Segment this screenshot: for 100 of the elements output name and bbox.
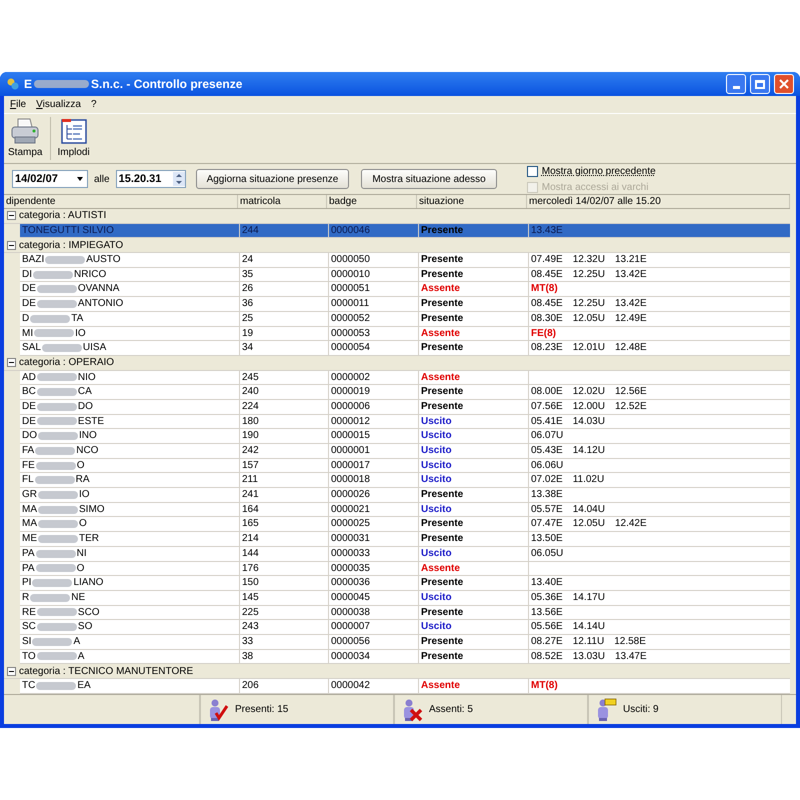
table-row[interactable]: SAL UISA 34 0000054 Presente 08.23E 12.01U 12.48E: [20, 341, 790, 356]
table-cell: Uscito: [419, 620, 529, 634]
command-button[interactable]: Aggiorna situazione presenze: [196, 169, 350, 189]
toolbar-button[interactable]: Implodi: [55, 117, 92, 160]
table-cell: MT(8): [531, 679, 558, 693]
table-cell: FE O: [20, 458, 240, 472]
table-cell: Uscito: [419, 590, 529, 605]
table-cell: 0000056: [329, 634, 419, 649]
redaction-blur: [36, 564, 76, 572]
table-cell: SI A: [20, 634, 240, 649]
table-row[interactable]: BC CA 240 0000019 Presente 08.00E 12.02U 12.56E: [20, 385, 790, 400]
column-header[interactable]: dipendente: [4, 195, 238, 208]
menu-item[interactable]: File: [10, 97, 26, 112]
table-row[interactable]: AD NIO 245 0000002 Assente: [20, 370, 790, 386]
close-button[interactable]: [774, 74, 794, 94]
redaction-blur: [36, 417, 77, 426]
table-row[interactable]: MI IO 19 0000053 Assente FE(8): [20, 326, 790, 342]
table-cell: DI NRICO: [20, 268, 240, 282]
table-row[interactable]: TO A 38 0000034 Presente 08.52E 13.03U 13.47E: [20, 650, 790, 664]
table-cell: Uscito: [419, 414, 529, 428]
table-row[interactable]: ME TER 214 0000031 Presente 13.50E: [20, 532, 790, 547]
table-row[interactable]: DE OVANNA 26 0000051 Assente MT(8): [20, 282, 790, 298]
time-label: alle: [94, 172, 110, 186]
table-row[interactable]: SI A 33 0000056 Presente 08.27E 12.11U 12.58E: [20, 634, 790, 650]
table-cell: Assente: [419, 326, 529, 340]
table-row[interactable]: R NE 145 0000045 Uscito 05.36E 14.17U: [20, 590, 790, 606]
checkbox[interactable]: [526, 166, 538, 176]
redaction-blur: [45, 256, 86, 264]
table-cell: 206: [240, 679, 329, 693]
table-cell: 06.06U: [531, 458, 564, 472]
table-cell: FL RA: [20, 473, 240, 488]
table-row[interactable]: FA NCO 242 0000001 Uscito 05.43E 14.12U: [20, 444, 790, 459]
table-row[interactable]: PA O 176 0000035 Assente: [20, 562, 790, 576]
table-cell: 242: [240, 444, 329, 458]
table-row[interactable]: DE DO 224 0000006 Presente 07.56E 12.00U 12.52E: [20, 400, 790, 415]
date-picker[interactable]: 14/02/07: [12, 170, 88, 188]
collapse-toggle[interactable]: [7, 240, 16, 250]
table-cell: 13.42E: [614, 268, 647, 282]
column-header[interactable]: mercoledì 14/02/07 alle 15.20: [527, 195, 790, 208]
column-header[interactable]: matricola: [238, 195, 327, 208]
table-cell: 08.45E: [531, 268, 563, 282]
table-row[interactable]: PA NI 144 0000033 Uscito 06.05U: [20, 546, 790, 562]
table-cell: 07.56E: [531, 400, 563, 414]
minimize-button[interactable]: [726, 74, 746, 94]
table-cell: 244: [240, 224, 329, 238]
group-label: categoria : OPERAIO: [19, 356, 114, 370]
table-row[interactable]: DO INO 190 0000015 Uscito 06.07U: [20, 429, 790, 444]
table-row[interactable]: FL RA 211 0000018 Uscito 07.02E 11.02U: [20, 473, 790, 488]
time-spinner[interactable]: 15.20.31: [116, 170, 186, 188]
table-row[interactable]: BAZI AUSTO 24 0000050 Presente 07.49E 12.32U 13.21E: [20, 253, 790, 268]
status-count: Presenti: 15: [235, 703, 288, 717]
table-cell: AD NIO: [20, 370, 240, 384]
menu-item[interactable]: ?: [90, 97, 97, 112]
collapse-toggle[interactable]: [7, 211, 16, 220]
redaction-blur: [36, 402, 77, 411]
table-cell: 0000012: [329, 414, 419, 428]
table-cell: 08.52E: [531, 650, 563, 664]
table-cell: 13.38E: [531, 488, 563, 502]
checkbox-label: Mostra accessi ai varchi: [542, 180, 648, 194]
table-cell: TO A: [20, 650, 240, 664]
table-row[interactable]: MA O 165 0000025 Presente 07.47E 12.05U 12.42E: [20, 517, 790, 532]
redaction-blur: [36, 285, 77, 294]
table-cell: 176: [240, 562, 329, 576]
command-button[interactable]: Mostra situazione adesso: [361, 169, 497, 189]
table-row[interactable]: TONEGUTTI SILVIO 244 0000046 Presente 13.43E: [20, 224, 790, 238]
table-row[interactable]: DE ANTONIO 36 0000011 Presente 08.45E 12.25U 13.42E: [20, 297, 790, 312]
table-cell: 240: [240, 385, 329, 399]
toolbar-button[interactable]: Stampa: [6, 117, 52, 160]
table-cell: 12.42E: [614, 517, 647, 532]
table-row[interactable]: D TA 25 0000052 Presente 08.30E 12.05U 12.49E: [20, 312, 790, 326]
table-row[interactable]: MA SIMO 164 0000021 Uscito 05.57E 14.04U: [20, 502, 790, 518]
window-title: E S.n.c. - Controllo presenze: [24, 76, 242, 93]
column-header[interactable]: badge: [327, 195, 417, 208]
table-row[interactable]: TC EA 206 0000042 Assente MT(8): [20, 679, 790, 694]
redaction-blur: [36, 462, 76, 470]
table-row[interactable]: PI LIANO 150 0000036 Presente 13.40E: [20, 576, 790, 591]
table-cell: DE OVANNA: [20, 282, 240, 296]
maximize-button[interactable]: [750, 74, 770, 94]
table-cell: 157: [240, 458, 329, 472]
table-row[interactable]: FE O 157 0000017 Uscito 06.06U: [20, 458, 790, 474]
table-cell: 13.03U: [572, 650, 605, 664]
table-row[interactable]: DI NRICO 35 0000010 Presente 08.45E 12.25U 13.42E: [20, 268, 790, 282]
collapse-toggle[interactable]: [7, 666, 16, 676]
table-row[interactable]: SC SO 243 0000007 Uscito 05.56E 14.14U: [20, 620, 790, 635]
table-row[interactable]: GR IO 241 0000026 Presente 13.38E: [20, 488, 790, 503]
table-row[interactable]: RE SCO 225 0000038 Presente 13.56E: [20, 606, 790, 620]
table-cell: Presente: [419, 224, 529, 238]
table-cell: Presente: [419, 650, 529, 664]
menu-item[interactable]: Visualizza: [36, 97, 81, 112]
redaction-blur: [34, 80, 90, 88]
table-cell: TONEGUTTI SILVIO: [20, 224, 240, 238]
table-row[interactable]: DE ESTE 180 0000012 Uscito 05.41E 14.03U: [20, 414, 790, 430]
table-cell: 08.45E: [531, 297, 563, 311]
table-cell: 0000042: [329, 679, 419, 693]
table-cell: 26: [240, 282, 329, 296]
collapse-toggle[interactable]: [7, 358, 16, 368]
table-cell: BC CA: [20, 385, 240, 399]
redaction-blur: [36, 608, 77, 616]
table-cell: Presente: [419, 253, 529, 267]
column-header[interactable]: situazione: [417, 195, 527, 208]
